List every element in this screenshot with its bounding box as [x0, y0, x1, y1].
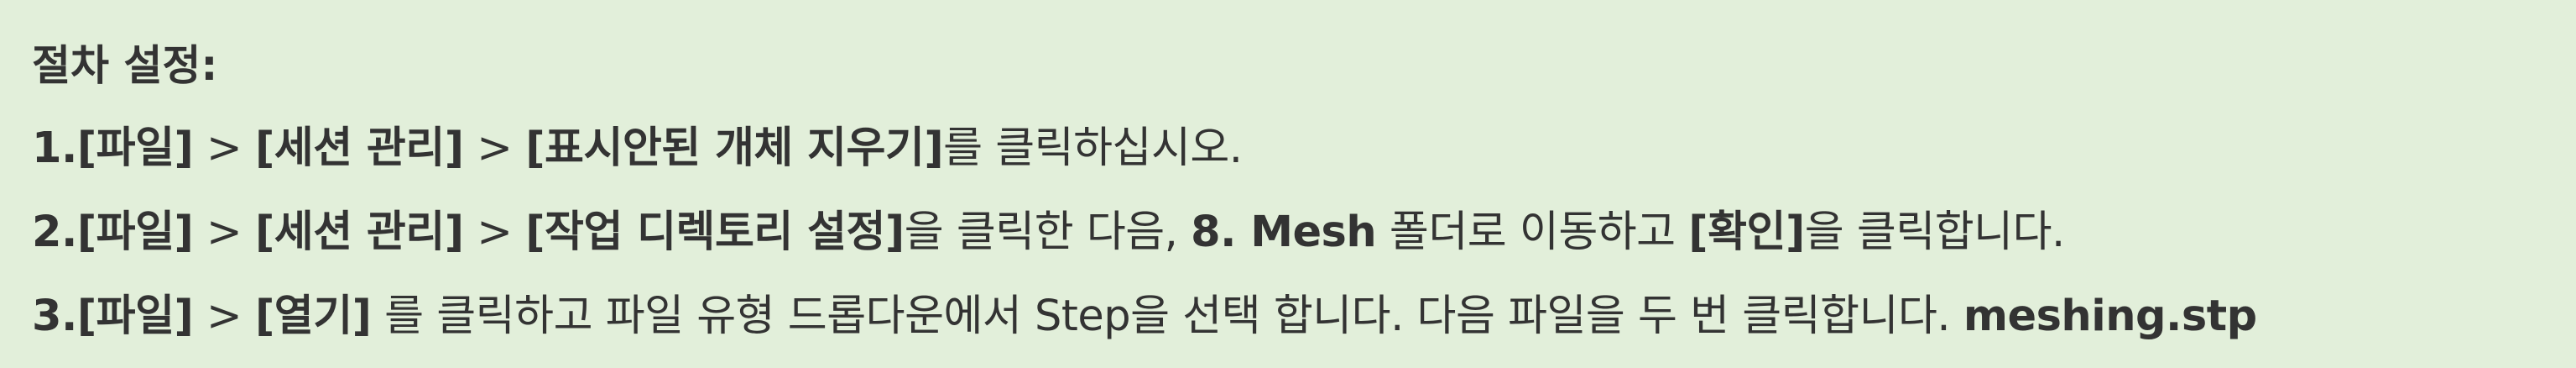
step-2: 2.[파일] > [세션 관리] > [작업 디렉토리 설정]을 클릭한 다음,… — [32, 197, 2065, 259]
step-number: 2. — [32, 208, 77, 257]
menu-separator: > — [463, 208, 526, 257]
menu-session-management: [세션 관리] — [255, 124, 464, 173]
menu-separator: > — [193, 124, 255, 173]
step-number: 1. — [32, 124, 77, 173]
menu-separator: > — [193, 292, 255, 341]
confirm-button-label: [확인] — [1688, 208, 1805, 257]
step-3: 3.[파일] > [열기] 를 클릭하고 파일 유형 드롭다운에서 Step을 … — [32, 281, 2257, 343]
menu-clear-hidden-objects: [표시안된 개체 지우기] — [525, 124, 944, 173]
step-text: 폴더로 이동하고 — [1376, 208, 1689, 257]
menu-file: [파일] — [76, 292, 194, 341]
procedure-heading: 절차 설정: — [32, 41, 218, 90]
menu-separator: > — [193, 208, 255, 257]
step-text: 을 클릭합니다. — [1804, 208, 2065, 257]
step-number: 3. — [32, 292, 77, 341]
step-text: 을 클릭한 다음, — [904, 208, 1192, 257]
menu-open: [열기] — [255, 292, 372, 341]
step-1: 1.[파일] > [세션 관리] > [표시안된 개체 지우기]를 클릭하십시오… — [32, 113, 1243, 175]
file-name: meshing.stp — [1963, 292, 2257, 341]
step-text: 를 클릭하고 파일 유형 드롭다운에서 Step을 선택 합니다. 다음 파일을… — [371, 292, 1963, 341]
menu-file: [파일] — [76, 208, 194, 257]
menu-separator: > — [463, 124, 526, 173]
menu-session-management: [세션 관리] — [255, 208, 464, 257]
menu-file: [파일] — [76, 124, 194, 173]
instruction-panel: 절차 설정: 1.[파일] > [세션 관리] > [표시안된 개체 지우기]를… — [0, 0, 2576, 368]
menu-set-working-directory: [작업 디렉토리 설정] — [525, 208, 905, 257]
step-text: 를 클릭하십시오. — [943, 124, 1243, 173]
folder-name: 8. Mesh — [1191, 208, 1377, 257]
